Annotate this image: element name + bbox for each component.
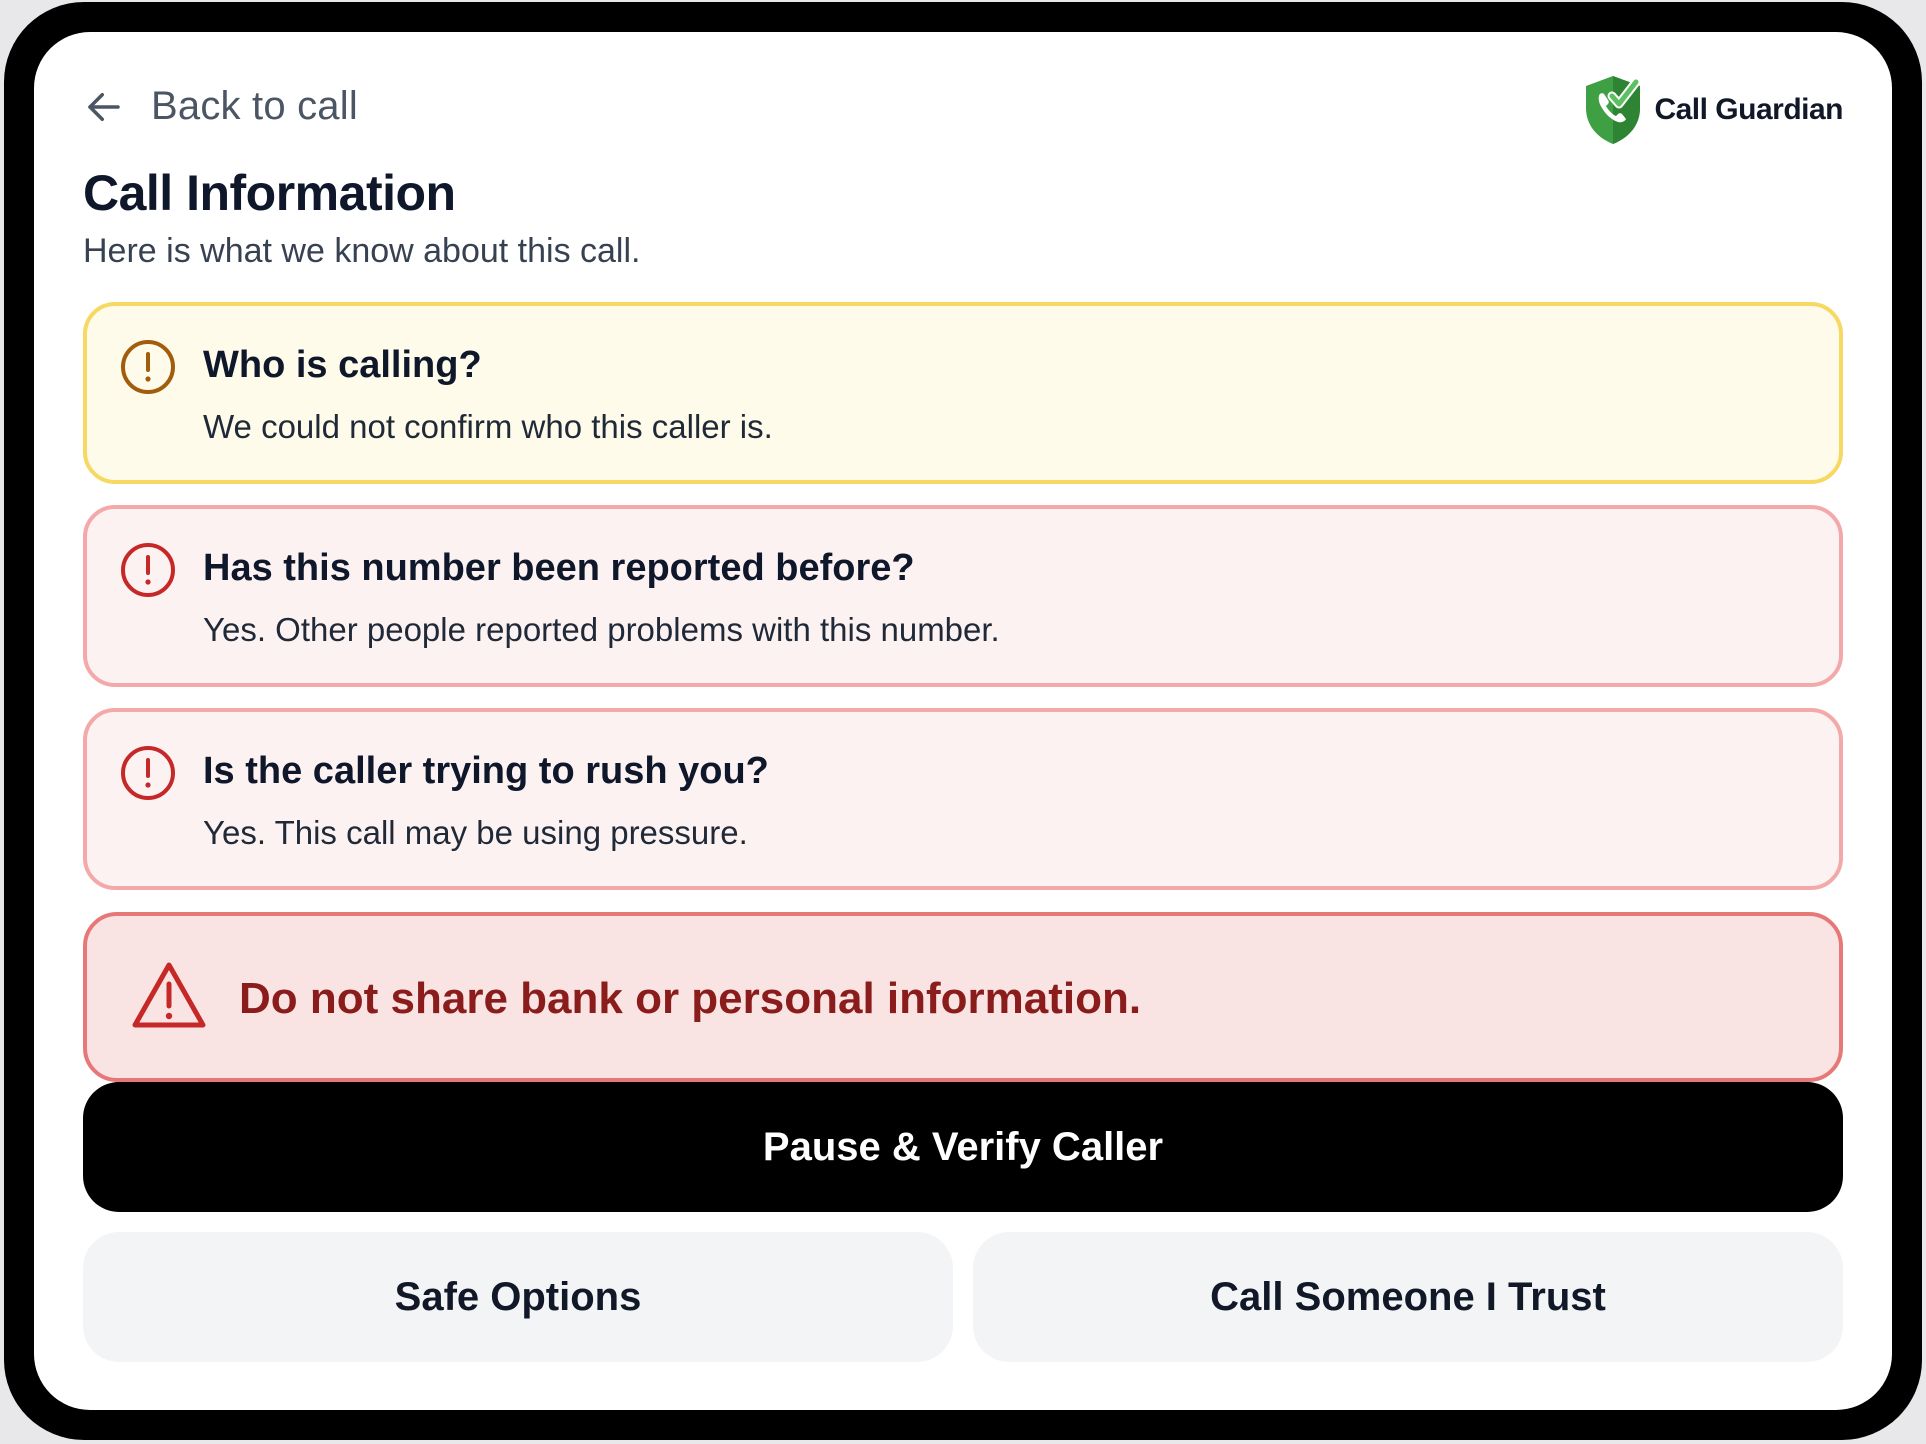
caller-identity-card: Who is calling? We could not confirm who…	[83, 302, 1843, 484]
warning-text: Do not share bank or personal informatio…	[239, 974, 1142, 1023]
card-description: We could not confirm who this caller is.	[203, 408, 773, 445]
privacy-warning-banner: Do not share bank or personal informatio…	[83, 912, 1843, 1082]
card-title: Who is calling?	[203, 344, 482, 386]
screen: Back to call Call Guardian Call Informat…	[34, 32, 1892, 1410]
alert-circle-icon	[121, 340, 175, 394]
card-description: Yes. Other people reported problems with…	[203, 611, 1000, 648]
device-frame: Back to call Call Guardian Call Informat…	[4, 2, 1922, 1440]
caller-pressure-card: Is the caller trying to rush you? Yes. T…	[83, 708, 1843, 890]
shield-phone-check-icon	[1586, 76, 1641, 144]
card-title: Has this number been reported before?	[203, 547, 915, 589]
card-description: Yes. This call may be using pressure.	[203, 814, 748, 851]
card-title: Is the caller trying to rush you?	[203, 750, 769, 792]
page-subtitle: Here is what we know about this call.	[83, 232, 641, 270]
brand: Call Guardian	[1578, 72, 1843, 148]
call-someone-i-trust-button[interactable]: Call Someone I Trust	[973, 1232, 1843, 1362]
pause-verify-caller-button[interactable]: Pause & Verify Caller	[83, 1082, 1843, 1212]
page-title: Call Information	[83, 165, 456, 221]
alert-circle-icon	[121, 543, 175, 597]
alert-circle-icon	[121, 746, 175, 800]
brand-name: Call Guardian	[1654, 93, 1843, 126]
warning-triangle-icon	[132, 962, 206, 1028]
number-reported-card: Has this number been reported before? Ye…	[83, 505, 1843, 687]
safe-options-button[interactable]: Safe Options	[83, 1232, 953, 1362]
back-to-call-label: Back to call	[151, 84, 358, 128]
arrow-left-icon	[88, 92, 120, 121]
back-to-call-link[interactable]: Back to call	[83, 84, 358, 129]
